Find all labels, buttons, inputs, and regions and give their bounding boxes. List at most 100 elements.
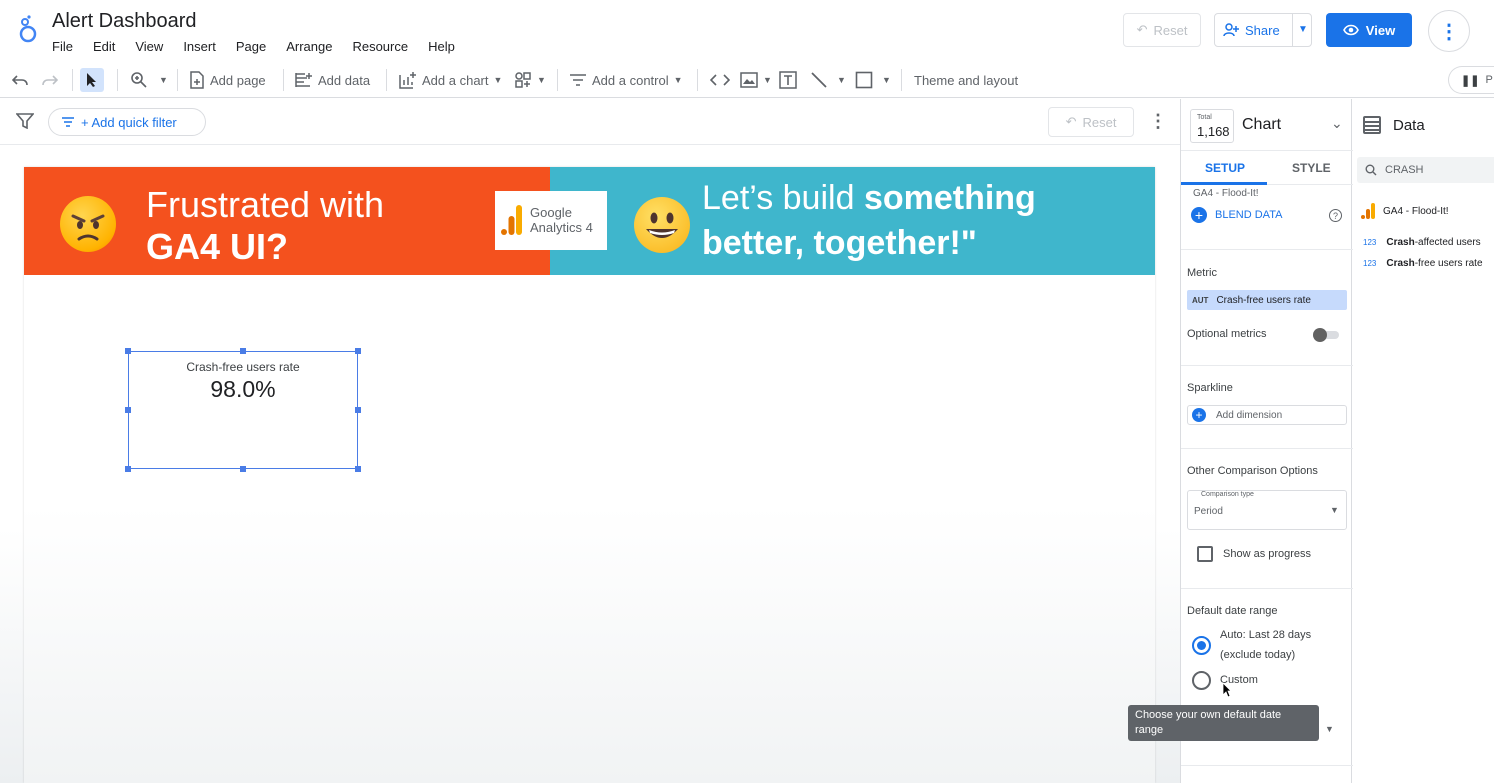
line-tool[interactable]: ▼ [810, 68, 846, 92]
chart-type-badge[interactable]: Total 1,168 [1190, 109, 1234, 143]
reset-filters-button[interactable]: ↶ Reset [1048, 107, 1134, 137]
menu-edit[interactable]: Edit [93, 39, 115, 54]
comparison-type-select[interactable]: Comparison type Period ▼ [1187, 490, 1347, 530]
field-match: Crash [1386, 258, 1415, 269]
add-dimension-button[interactable]: + Add dimension [1187, 405, 1347, 425]
add-chart-button[interactable]: Add a chart ▼ [399, 68, 502, 92]
data-source-row[interactable]: GA4 - Flood-It! [1193, 188, 1259, 199]
filter-bar: + Add quick filter ↶ Reset ⋮ [0, 99, 1180, 145]
theme-layout-button[interactable]: Theme and layout [914, 68, 1018, 92]
scorecard-chart[interactable]: Crash-free users rate 98.0% [128, 351, 358, 469]
auto-date-radio[interactable] [1192, 636, 1211, 655]
embed-url-icon[interactable] [710, 68, 730, 92]
tab-style[interactable]: STYLE [1292, 161, 1331, 175]
undo-icon: ↶ [1065, 114, 1077, 129]
properties-tabs: SETUP STYLE [1181, 151, 1353, 185]
more-options-icon[interactable]: ⋮ [1428, 10, 1470, 52]
divider [117, 69, 118, 91]
rectangle-icon [855, 71, 873, 89]
shape-tool[interactable]: ▼ [855, 68, 891, 92]
menu-view[interactable]: View [135, 39, 163, 54]
resize-handle[interactable] [125, 466, 131, 472]
share-dropdown-icon[interactable]: ▼ [1298, 24, 1308, 35]
resize-handle[interactable] [355, 348, 361, 354]
show-as-progress-checkbox[interactable] [1197, 546, 1213, 562]
active-tab-indicator [1181, 182, 1267, 185]
menu-bar: File Edit View Insert Page Arrange Resou… [52, 39, 475, 54]
toolbar: ▼ Add page Add data Add a chart ▼ ▼ Add … [0, 62, 1494, 98]
menu-page[interactable]: Page [236, 39, 266, 54]
add-page-button[interactable]: Add page [189, 68, 266, 92]
resize-handle[interactable] [125, 407, 131, 413]
view-button[interactable]: View [1326, 13, 1412, 47]
image-tool[interactable]: ▼ [740, 68, 772, 92]
data-panel-title: Data [1393, 117, 1425, 134]
share-button[interactable]: Share ▼ [1214, 13, 1312, 47]
menu-help[interactable]: Help [428, 39, 455, 54]
zoom-tool[interactable]: ▼ [130, 68, 168, 92]
looker-studio-logo-icon[interactable] [16, 14, 40, 44]
angry-emoji-icon [60, 196, 116, 252]
mouse-cursor-icon [1222, 682, 1232, 698]
undo-icon[interactable] [12, 68, 28, 92]
comparison-type-value: Period [1194, 506, 1223, 517]
banner-right-line2: better, together!" [702, 224, 977, 262]
metric-chip[interactable]: AUT Crash-free users rate [1187, 290, 1347, 310]
toggle-knob [1313, 328, 1327, 342]
pause-updates-button[interactable]: ❚❚ P [1448, 66, 1494, 94]
add-quick-filter-button[interactable]: + Add quick filter [48, 108, 206, 136]
chevron-down-icon: ▼ [763, 75, 772, 85]
optional-metrics-toggle[interactable] [1313, 328, 1339, 342]
divider [697, 69, 698, 91]
text-box-icon[interactable] [779, 68, 797, 92]
select-tool-icon[interactable] [80, 68, 104, 92]
menu-insert[interactable]: Insert [183, 39, 216, 54]
tab-setup[interactable]: SETUP [1205, 161, 1245, 175]
more-options-icon[interactable]: ⋮ [1148, 111, 1168, 133]
filter-list-icon [62, 117, 74, 127]
banner-left-line2: GA4 UI? [146, 226, 289, 267]
divider [1181, 588, 1353, 589]
line-icon [811, 72, 827, 88]
filter-icon[interactable] [16, 113, 34, 129]
add-control-button[interactable]: Add a control ▼ [569, 68, 683, 92]
resize-handle[interactable] [355, 407, 361, 413]
reset-button[interactable]: ↶ Reset [1123, 13, 1201, 47]
menu-resource[interactable]: Resource [352, 39, 408, 54]
resize-handle[interactable] [240, 348, 246, 354]
properties-header: Total 1,168 Chart ⌄ [1181, 99, 1353, 151]
divider [901, 69, 902, 91]
resize-handle[interactable] [125, 348, 131, 354]
resize-handle[interactable] [240, 466, 246, 472]
google-analytics-icon [1361, 203, 1375, 219]
data-source-item[interactable]: GA4 - Flood-It! [1361, 203, 1449, 219]
chevron-down-icon[interactable]: ⌄ [1331, 115, 1343, 132]
dropdown-arrow-icon[interactable]: ▼ [1325, 724, 1334, 734]
auto-detail: : Last 28 days [1242, 629, 1312, 641]
quick-filter-label: + Add quick filter [81, 114, 177, 130]
custom-date-radio[interactable] [1192, 671, 1211, 690]
plus-circle-icon: + [1192, 408, 1206, 422]
undo-icon: ↶ [1136, 22, 1148, 37]
add-data-button[interactable]: Add data [295, 68, 370, 92]
divider [177, 69, 178, 91]
field-match: Crash [1386, 237, 1415, 248]
menu-arrange[interactable]: Arrange [286, 39, 332, 54]
add-control-icon [570, 74, 586, 86]
report-title[interactable]: Alert Dashboard [52, 10, 197, 33]
menu-file[interactable]: File [52, 39, 73, 54]
blend-data-button[interactable]: + BLEND DATA [1191, 207, 1282, 223]
plus-circle-icon: + [1191, 207, 1207, 223]
add-page-icon [190, 71, 204, 89]
redo-icon[interactable] [42, 68, 58, 92]
data-source-name: GA4 - Flood-It! [1193, 188, 1259, 199]
add-control-label: Add a control [592, 72, 669, 88]
view-label: View [1365, 22, 1396, 38]
field-item[interactable]: 123 Crash-affected users [1363, 237, 1481, 248]
resize-handle[interactable] [355, 466, 361, 472]
community-viz-button[interactable]: ▼ [514, 68, 546, 92]
banner-headline-right: Let’s build something better, together!" [702, 176, 1036, 266]
field-item[interactable]: 123 Crash-free users rate [1363, 258, 1483, 269]
field-search-input[interactable]: CRASH [1357, 157, 1494, 183]
help-icon[interactable]: ? [1329, 209, 1342, 222]
